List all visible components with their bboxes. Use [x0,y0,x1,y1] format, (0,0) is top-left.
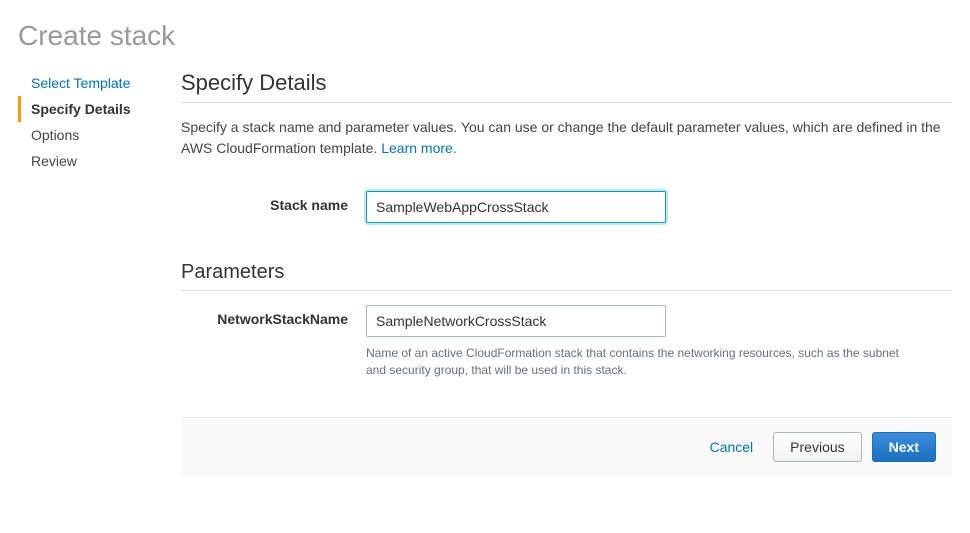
main-content: Specify Details Specify a stack name and… [181,70,952,476]
page-title: Create stack [18,20,952,52]
section-heading-specify-details: Specify Details [181,70,952,96]
form-row-stack-name: Stack name [181,191,952,223]
sidebar: Select Template Specify Details Options … [18,70,153,476]
network-stack-help: Name of an active CloudFormation stack t… [366,345,906,379]
network-stack-label: NetworkStackName [181,305,366,327]
network-stack-input[interactable] [366,305,666,337]
divider [181,102,952,103]
learn-more-link[interactable]: Learn more. [381,140,456,156]
sidebar-item-options[interactable]: Options [18,122,153,148]
stack-name-input[interactable] [366,191,666,223]
stack-name-label: Stack name [181,191,366,213]
layout: Select Template Specify Details Options … [18,70,952,476]
sidebar-item-select-template[interactable]: Select Template [18,70,153,96]
description-text: Specify a stack name and parameter value… [181,119,941,156]
sidebar-item-specify-details[interactable]: Specify Details [18,96,153,122]
network-stack-control: Name of an active CloudFormation stack t… [366,305,952,379]
description: Specify a stack name and parameter value… [181,117,952,159]
previous-button[interactable]: Previous [773,432,861,462]
sidebar-item-review[interactable]: Review [18,148,153,174]
form-row-network-stack: NetworkStackName Name of an active Cloud… [181,305,952,379]
next-button[interactable]: Next [872,432,936,462]
section-heading-parameters: Parameters [181,261,952,284]
divider-params [181,290,952,291]
footer: Cancel Previous Next [181,417,952,476]
cancel-button[interactable]: Cancel [700,433,764,461]
stack-name-control [366,191,952,223]
